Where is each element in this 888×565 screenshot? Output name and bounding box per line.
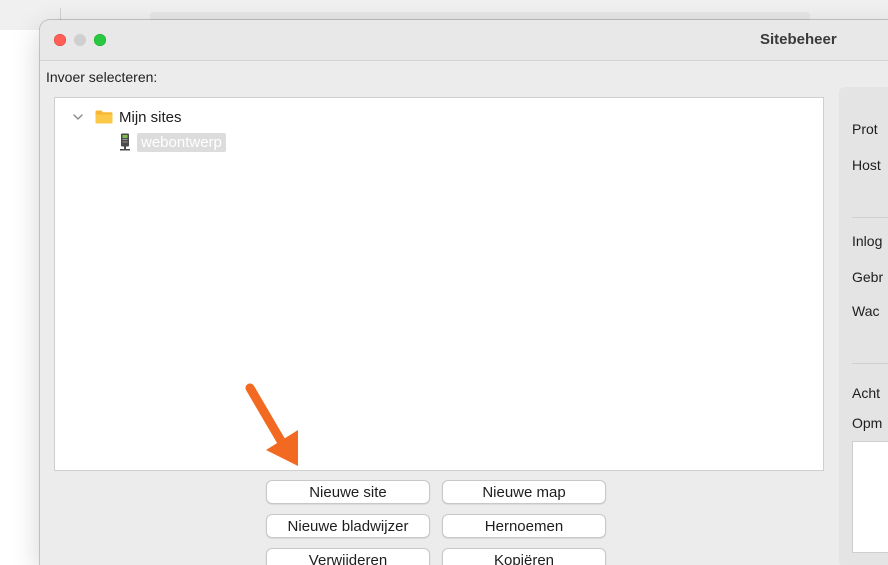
delete-button[interactable]: Verwijderen <box>266 548 430 565</box>
close-window-button[interactable] <box>54 34 66 46</box>
protocol-label: Prot <box>852 121 878 137</box>
folder-icon <box>95 110 113 124</box>
tree-folder-label: Mijn sites <box>119 108 182 126</box>
window-title: Sitebeheer <box>760 31 837 48</box>
user-label: Gebr <box>852 269 884 285</box>
minimize-window-button[interactable] <box>74 34 86 46</box>
site-details-panel: Prot Host Inlog Gebr Wac Acht Opm <box>839 87 888 565</box>
comments-field[interactable] <box>852 441 888 553</box>
new-bookmark-button[interactable]: Nieuwe bladwijzer <box>266 514 430 538</box>
host-label: Host <box>852 157 881 173</box>
chevron-down-icon[interactable] <box>71 110 85 124</box>
site-manager-window: Sitebeheer Invoer selecteren: Mijn sites <box>40 20 888 565</box>
zoom-window-button[interactable] <box>94 34 106 46</box>
tree-item-my-sites[interactable]: Mijn sites <box>71 107 182 127</box>
select-entry-label: Invoer selecteren: <box>46 69 158 85</box>
annotation-arrow-icon <box>245 383 298 466</box>
background-color-label: Acht <box>852 385 881 401</box>
rename-button[interactable]: Hernoemen <box>442 514 606 538</box>
site-tree[interactable]: Mijn sites webontwerp <box>54 97 824 471</box>
server-icon <box>120 133 130 151</box>
copy-button[interactable]: Kopiëren <box>442 548 606 565</box>
panel-divider <box>852 217 888 218</box>
panel-divider <box>852 363 888 364</box>
new-site-button[interactable]: Nieuwe site <box>266 480 430 504</box>
comments-label: Opm <box>852 415 883 431</box>
title-bar: Sitebeheer <box>40 20 888 61</box>
password-label: Wac <box>852 303 880 319</box>
tree-site-label: webontwerp <box>137 132 226 152</box>
tree-item-site[interactable]: webontwerp <box>119 132 226 152</box>
login-type-label: Inlog <box>852 233 883 249</box>
new-folder-button[interactable]: Nieuwe map <box>442 480 606 504</box>
